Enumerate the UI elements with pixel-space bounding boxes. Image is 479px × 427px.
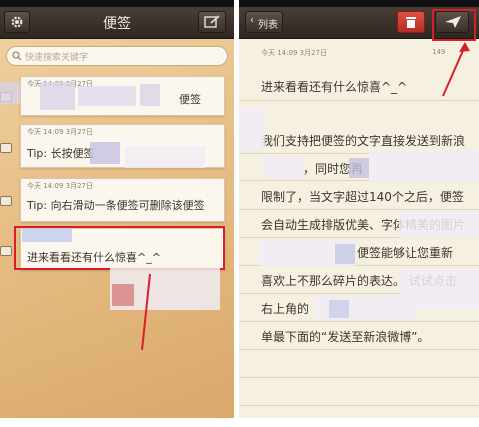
mosaic-block <box>0 82 20 104</box>
mosaic-block <box>239 108 265 152</box>
ruled-line <box>239 321 479 322</box>
highlight-box <box>432 9 476 41</box>
pointer-arrow-icon <box>141 273 151 351</box>
note-text: Tip: 长按便签 <box>27 147 95 160</box>
note-line: 单最下面的“发送至新浪微博”。 <box>261 330 430 344</box>
mosaic-block <box>90 142 120 164</box>
mosaic-block <box>329 300 349 318</box>
note-line: 便签能够让您重新 <box>357 246 454 260</box>
mosaic-block <box>369 150 479 182</box>
note-item-3[interactable]: 今天 14:09 3月27日 Tip: 向右滑动一条便签可删除该便签 <box>20 178 225 222</box>
note-checkbox[interactable] <box>0 196 12 206</box>
search-input[interactable]: 快速搜索关键字 <box>6 46 228 66</box>
compose-button[interactable] <box>198 11 226 33</box>
char-count: 149 <box>432 48 446 56</box>
trash-icon <box>406 17 416 28</box>
search-icon <box>12 51 22 61</box>
mosaic-block <box>335 244 355 264</box>
note-timestamp: 今天 14:09 3月27日 <box>261 49 327 57</box>
note-checkbox[interactable] <box>0 246 12 256</box>
mosaic-block <box>125 146 205 168</box>
chevron-left-icon: ‹ <box>250 15 254 26</box>
note-line: 进来看看还有什么惊喜^_^ <box>261 80 408 94</box>
note-time: 今天 14:09 3月27日 <box>27 128 93 136</box>
mosaic-block <box>140 84 160 106</box>
note-checkbox[interactable] <box>0 143 12 153</box>
list-header: 便签 <box>0 7 234 39</box>
mosaic-block <box>263 156 303 178</box>
note-text: Tip: 向右滑动一条便签可删除该便签 <box>27 199 205 212</box>
mosaic-block <box>22 228 72 242</box>
status-bar <box>0 0 234 7</box>
note-line: 我们支持把便签的文字直接发送到新浪 <box>261 134 466 148</box>
compose-icon <box>204 15 220 28</box>
search-placeholder: 快速搜索关键字 <box>25 53 89 63</box>
mosaic-block <box>78 86 136 106</box>
note-time: 今天 14:09 3月27日 <box>27 182 93 190</box>
status-bar <box>239 0 479 7</box>
note-text: 便签 <box>179 93 201 106</box>
delete-button[interactable] <box>397 11 425 33</box>
back-button[interactable]: ‹ 列表 <box>245 11 283 33</box>
ruled-line <box>239 405 479 406</box>
mosaic-block <box>40 82 75 110</box>
ruled-line <box>239 100 479 101</box>
mosaic-block <box>399 210 479 238</box>
mosaic-block <box>349 158 369 178</box>
note-line: 限制了，当文字超过140个之后，便签 <box>261 190 464 204</box>
note-line: 右上角的 <box>261 302 310 316</box>
note-list-screen: 便签 快速搜索关键字 今天 14:09 3月27日 便签 今天 14:09 3月… <box>0 0 234 418</box>
ruled-line <box>239 377 479 378</box>
ruled-line <box>239 349 479 350</box>
back-label: 列表 <box>258 20 278 31</box>
note-detail-screen: ‹ 列表 今天 14:09 3月27日 149 进来看看还有什么惊喜^_^ 我们… <box>239 0 479 418</box>
